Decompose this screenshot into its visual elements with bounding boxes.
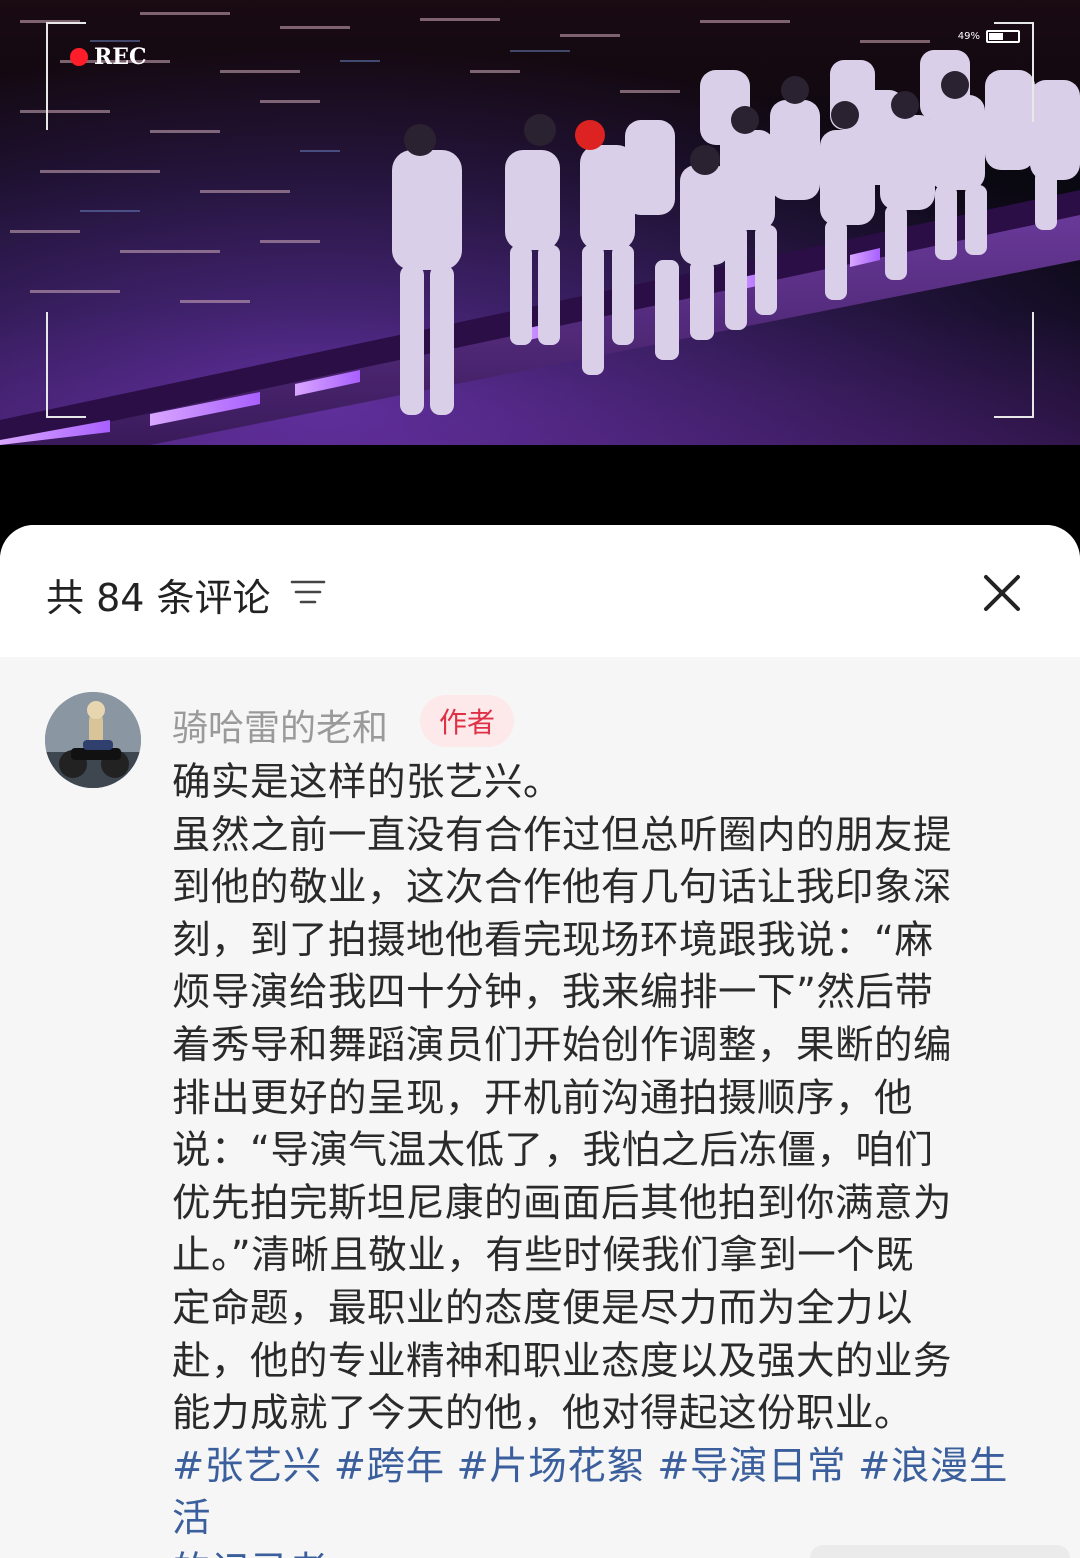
hashtag-link[interactable]: #导演日常: [657, 1444, 846, 1489]
comment-count-title: 共 84 条评论: [46, 576, 271, 620]
comment-line: 到他的敬业，这次合作他有几句话让我印象深: [172, 865, 953, 911]
battery-icon: [986, 30, 1020, 43]
comment-line: 定命题，最职业的态度便是尽力而为全力以: [172, 1285, 914, 1331]
rec-label: REC: [94, 44, 147, 70]
battery-label: 49%: [957, 31, 980, 42]
comment-line: 能力成就了今天的他，他对得起这份职业。: [172, 1391, 914, 1437]
comments-sheet: 共 84 条评论 骑哈雷的老和 作者 确实是这样的张艺兴。 虽然之前一直没有合作…: [0, 525, 1080, 1558]
video-player[interactable]: REC 49%: [0, 0, 1080, 445]
video-letterbox: [0, 445, 1080, 535]
motorcycle-rider-avatar-icon: [45, 692, 141, 788]
hashtag-row: #张艺兴 #跨年 #片场花絮 #导演日常 #浪漫生活: [172, 1441, 1032, 1546]
comment-line: 虽然之前一直没有合作过但总听圈内的朋友提: [172, 812, 953, 858]
comment-line: 优先拍完斯坦尼康的画面后其他拍到你满意为: [172, 1180, 953, 1226]
comment-line: 说：“导演气温太低了，我怕之后冻僵，咱们: [172, 1128, 934, 1174]
comment-line: 烦导演给我四十分钟，我来编排一下”然后带: [172, 970, 934, 1016]
video-frame-scene: [0, 0, 1080, 445]
comments-header: 共 84 条评论: [0, 525, 1080, 657]
comment-line: 确实是这样的张艺兴。: [172, 760, 563, 805]
battery-indicator: 49%: [958, 30, 1020, 43]
hashtag-link[interactable]: #片场花絮: [457, 1444, 646, 1489]
battery-fill: [989, 33, 1003, 40]
rec-indicator: REC: [70, 44, 147, 70]
close-x-icon[interactable]: [980, 571, 1024, 615]
home-indicator: [810, 1545, 1070, 1558]
comment-line: 排出更好的呈现，开机前沟通拍摄顺序，他: [172, 1075, 914, 1121]
avatar[interactable]: [45, 692, 141, 788]
hashtag-link[interactable]: #跨年: [334, 1444, 445, 1489]
comment-line: 刻，到了拍摄地他看完现场环境跟我说：“麻: [172, 917, 934, 963]
frame-corner-bottom-right: [994, 312, 1034, 418]
hashtag-link[interactable]: #张艺兴: [172, 1444, 322, 1489]
comment-text: 确实是这样的张艺兴。 虽然之前一直没有合作过但总听圈内的朋友提 到他的敬业，这次…: [172, 757, 1032, 1558]
rec-dot-icon: [70, 48, 88, 66]
comment-line: 赴，他的专业精神和职业态度以及强大的业务: [172, 1338, 953, 1384]
sort-lines-icon[interactable]: [290, 577, 326, 607]
frame-corner-bottom-left: [46, 312, 86, 418]
comment-username[interactable]: 骑哈雷的老和: [172, 699, 388, 751]
author-badge: 作者: [420, 695, 514, 747]
frame-corner-top-left: [46, 22, 86, 130]
comment-line: 着秀导和舞蹈演员们开始创作调整，果断的编: [172, 1022, 953, 1068]
comment-line: 止。”清晰且敬业，有些时候我们拿到一个既: [172, 1233, 915, 1279]
